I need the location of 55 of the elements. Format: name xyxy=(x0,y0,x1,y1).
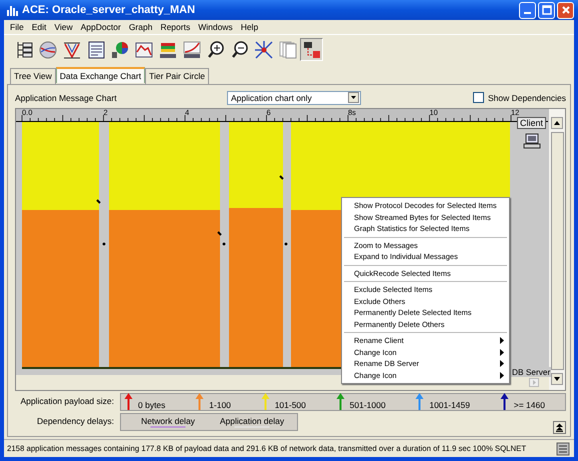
menu-item[interactable]: Edit xyxy=(28,22,50,32)
legend-label: Application payload size: xyxy=(19,395,115,406)
menu-item[interactable]: File xyxy=(6,22,28,32)
legend-label: Dependency delays: xyxy=(36,415,115,426)
filter-icon xyxy=(62,40,82,60)
caret-icon xyxy=(348,92,359,103)
vertical-scrollbar[interactable] xyxy=(549,109,565,390)
scrollbar-thumb[interactable] xyxy=(550,132,564,370)
zoom-in-icon xyxy=(206,40,226,60)
pie-chart-icon xyxy=(110,40,130,60)
computer-icon xyxy=(523,133,541,149)
database-icon xyxy=(556,442,570,456)
menu-item[interactable]: Help xyxy=(236,22,262,32)
legend-text: Network delay xyxy=(141,416,195,426)
menu-item[interactable]: AppDoctor xyxy=(76,22,125,32)
legend-text: 501-1000 xyxy=(350,400,386,410)
close-icon xyxy=(560,5,570,15)
curve-chart-icon xyxy=(182,40,202,60)
zoom-out-icon xyxy=(230,40,250,60)
scroll-down-icon xyxy=(551,373,563,385)
selector-icon xyxy=(302,40,322,60)
collapse-button[interactable] xyxy=(553,421,566,434)
scroll-right-icon xyxy=(529,378,539,387)
legend-text: 0 bytes xyxy=(138,400,166,410)
minimize-icon xyxy=(524,12,531,14)
legend-text: >= 1460 xyxy=(514,400,545,410)
menu-item[interactable]: Reports xyxy=(156,22,194,32)
menu-item[interactable]: View xyxy=(50,22,77,32)
scroll-up-icon xyxy=(551,117,563,129)
tab[interactable]: Tier Pair Circle xyxy=(145,68,209,84)
network-icon xyxy=(254,40,274,60)
close-button[interactable] xyxy=(557,2,574,18)
tab[interactable]: Tree View xyxy=(10,68,56,84)
pages-icon xyxy=(278,40,298,60)
toolbar-button[interactable] xyxy=(300,38,323,61)
menu-item[interactable]: Windows xyxy=(194,22,237,32)
window-title: ACE: Oracle_server_chatty_MAN xyxy=(22,4,196,16)
legend-text: Application delay xyxy=(220,416,284,426)
document-icon xyxy=(86,40,106,60)
line-graph-icon xyxy=(134,40,154,60)
view-dropdown[interactable]: Application chart only xyxy=(227,90,361,104)
globe-icon xyxy=(38,40,58,60)
legend-text: 1-100 xyxy=(209,400,231,410)
maximize-button[interactable] xyxy=(538,2,555,18)
maximize-icon xyxy=(542,5,552,15)
tab[interactable]: Data Exchange Chart xyxy=(56,67,146,83)
minimize-button[interactable] xyxy=(519,2,536,18)
tier-label[interactable]: DB Server xyxy=(511,367,552,377)
show-dependencies-checkbox[interactable]: Show Dependencies xyxy=(473,92,566,103)
tier-label[interactable]: Client xyxy=(517,117,546,129)
menu-item[interactable]: Graph xyxy=(124,22,156,32)
legend-text: 1001-1459 xyxy=(429,400,470,410)
legend-text: 101-500 xyxy=(274,400,306,410)
chart-title: Application Message Chart xyxy=(15,92,118,102)
bar-chart-icon xyxy=(6,4,18,16)
